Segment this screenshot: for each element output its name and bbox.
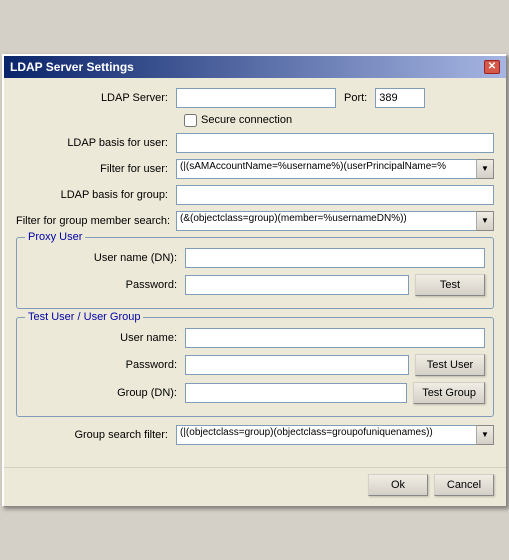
test-group-button[interactable]: Test Group <box>413 382 485 404</box>
test-password-label: Password: <box>25 359 185 371</box>
test-button[interactable]: Test <box>415 274 485 296</box>
test-user-button[interactable]: Test User <box>415 354 485 376</box>
filter-user-dropdown-btn[interactable]: ▼ <box>476 159 494 179</box>
proxy-password-label: Password: <box>25 279 185 291</box>
ldap-basis-user-input[interactable] <box>176 133 494 153</box>
filter-group-combo: (&(objectclass=group)(member=%usernameDN… <box>176 211 494 231</box>
filter-group-value[interactable]: (&(objectclass=group)(member=%usernameDN… <box>176 211 494 231</box>
close-button[interactable]: ✕ <box>484 60 500 74</box>
ldap-basis-group-row: LDAP basis for group: <box>16 185 494 205</box>
filter-user-row: Filter for user: (|(sAMAccountName=%user… <box>16 159 494 179</box>
ldap-basis-group-label: LDAP basis for group: <box>16 189 176 201</box>
test-group-row: Group (DN): Test Group <box>25 382 485 404</box>
window-title: LDAP Server Settings <box>10 60 134 74</box>
titlebar: LDAP Server Settings ✕ <box>4 56 506 78</box>
test-username-input[interactable] <box>185 328 485 348</box>
titlebar-title: LDAP Server Settings <box>10 60 134 74</box>
proxy-username-input[interactable] <box>185 248 485 268</box>
port-input[interactable] <box>375 88 425 108</box>
test-user-section-label: Test User / User Group <box>25 311 143 323</box>
port-label: Port: <box>344 92 367 104</box>
ldap-server-label: LDAP Server: <box>16 92 176 104</box>
test-group-input[interactable] <box>185 383 407 403</box>
filter-group-dropdown-btn[interactable]: ▼ <box>476 211 494 231</box>
ldap-basis-user-label: LDAP basis for user: <box>16 137 176 149</box>
test-password-row: Password: Test User <box>25 354 485 376</box>
form-content: LDAP Server: Port: Secure connection LDA… <box>4 78 506 461</box>
test-password-row-inner: Test User <box>185 354 485 376</box>
test-group-row-inner: Test Group <box>185 382 485 404</box>
proxy-user-section-label: Proxy User <box>25 231 85 243</box>
group-search-value[interactable]: (|(objectclass=group)(objectclass=groupo… <box>176 425 494 445</box>
secure-connection-checkbox[interactable] <box>184 114 197 127</box>
test-username-row: User name: <box>25 328 485 348</box>
ldap-server-input[interactable] <box>176 88 336 108</box>
secure-connection-row: Secure connection <box>184 114 494 127</box>
filter-group-label: Filter for group member search: <box>16 215 176 227</box>
cancel-button[interactable]: Cancel <box>434 474 494 496</box>
group-search-row: Group search filter: (|(objectclass=grou… <box>16 425 494 445</box>
proxy-user-section: Proxy User User name (DN): Password: Tes… <box>16 237 494 309</box>
group-search-combo: (|(objectclass=group)(objectclass=groupo… <box>176 425 494 445</box>
ldap-basis-group-input[interactable] <box>176 185 494 205</box>
secure-connection-label: Secure connection <box>201 114 292 126</box>
test-password-input[interactable] <box>185 355 409 375</box>
test-group-label: Group (DN): <box>25 387 185 399</box>
proxy-password-row-inner: Test <box>185 274 485 296</box>
test-username-label: User name: <box>25 332 185 344</box>
filter-user-combo: (|(sAMAccountName=%username%)(userPrinci… <box>176 159 494 179</box>
filter-user-label: Filter for user: <box>16 163 176 175</box>
proxy-user-content: User name (DN): Password: Test <box>25 248 485 296</box>
proxy-username-row: User name (DN): <box>25 248 485 268</box>
test-user-content: User name: Password: Test User Group (DN… <box>25 328 485 404</box>
ldap-settings-window: LDAP Server Settings ✕ LDAP Server: Port… <box>2 54 507 507</box>
filter-user-value[interactable]: (|(sAMAccountName=%username%)(userPrinci… <box>176 159 494 179</box>
proxy-username-label: User name (DN): <box>25 252 185 264</box>
ldap-server-row: LDAP Server: Port: <box>16 88 494 108</box>
group-search-dropdown-btn[interactable]: ▼ <box>476 425 494 445</box>
ldap-basis-user-row: LDAP basis for user: <box>16 133 494 153</box>
bottom-bar: Ok Cancel <box>4 467 506 506</box>
proxy-password-row: Password: Test <box>25 274 485 296</box>
test-user-section: Test User / User Group User name: Passwo… <box>16 317 494 417</box>
group-search-label: Group search filter: <box>16 429 176 441</box>
server-row: Port: <box>176 88 494 108</box>
ok-button[interactable]: Ok <box>368 474 428 496</box>
proxy-password-input[interactable] <box>185 275 409 295</box>
filter-group-row: Filter for group member search: (&(objec… <box>16 211 494 231</box>
